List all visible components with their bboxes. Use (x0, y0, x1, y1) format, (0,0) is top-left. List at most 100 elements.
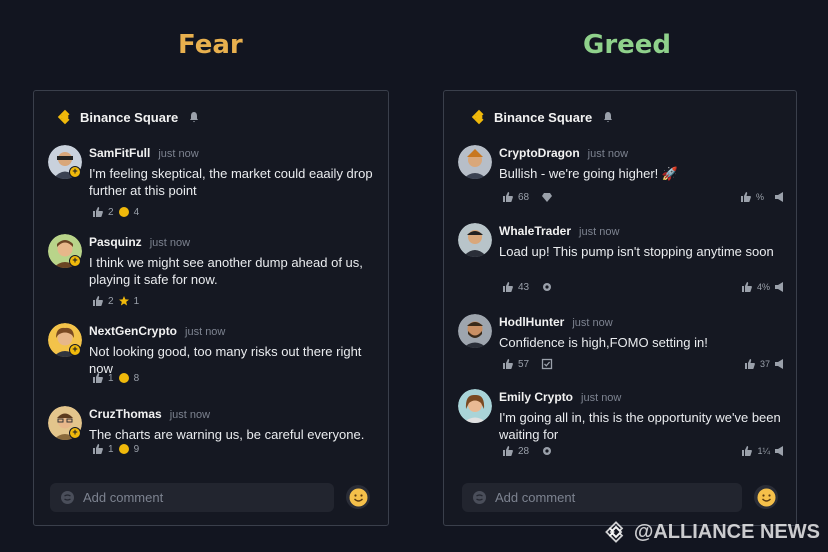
megaphone-icon[interactable] (774, 281, 786, 293)
comment-input[interactable]: Add comment (50, 483, 334, 512)
emoji-button[interactable] (346, 485, 370, 509)
diamond-icon[interactable] (541, 191, 553, 203)
fear-panel: Binance Square + SamFitFull just now I'm … (33, 90, 389, 526)
timestamp: just now (158, 148, 199, 160)
timestamp: just now (579, 226, 620, 238)
timestamp: just now (149, 237, 191, 249)
post-right-actions: 4% (741, 281, 786, 293)
comment-input[interactable]: Add comment (462, 483, 742, 512)
comment-icon (473, 491, 486, 504)
timestamp: just now (572, 317, 613, 329)
post-text: I'm feeling skeptical, the market could … (89, 166, 373, 198)
post-text: I'm going all in, this is the opportunit… (499, 410, 781, 442)
username[interactable]: WhaleTrader (499, 224, 571, 238)
avatar[interactable] (458, 223, 492, 257)
thumbs-up-icon[interactable] (741, 445, 753, 457)
watermark-text: @ALLIANCE NEWS (633, 520, 820, 543)
username[interactable]: Emily Crypto (499, 390, 573, 404)
coin-icon[interactable] (118, 372, 130, 384)
smiley-icon (349, 488, 367, 506)
like-count: 68 (518, 191, 530, 203)
brand-name: Binance Square (494, 109, 593, 125)
thumbs-up-icon[interactable] (744, 358, 756, 370)
binance-logo-icon (57, 109, 70, 125)
coin-icon[interactable] (118, 443, 130, 455)
post-actions: 57 (502, 358, 553, 370)
verified-badge-icon: + (69, 255, 81, 267)
thumbs-up-icon[interactable] (92, 372, 104, 384)
post-actions: 68 (502, 191, 553, 203)
thumbs-up-icon[interactable] (502, 281, 514, 293)
username[interactable]: CruzThomas (89, 407, 162, 421)
post: + NextGenCrypto just now Not looking good… (48, 323, 378, 403)
like-count: 2 (108, 206, 114, 218)
timestamp: just now (587, 148, 629, 160)
verified-badge-icon: + (69, 344, 81, 356)
timestamp: just now (581, 392, 622, 404)
avatar[interactable] (458, 314, 492, 348)
username[interactable]: Pasquinz (89, 235, 142, 249)
username[interactable]: NextGenCrypto (89, 324, 177, 338)
checkbox-icon[interactable] (541, 358, 553, 370)
avatar[interactable] (458, 389, 492, 423)
like-count: 1 (108, 443, 114, 455)
thumbs-up-icon[interactable] (502, 358, 514, 370)
comment-placeholder: Add comment (495, 490, 576, 505)
right-count: % (755, 192, 764, 202)
username[interactable]: SamFitFull (89, 146, 150, 160)
post-actions: 2 4 (92, 206, 139, 218)
thumbs-up-icon[interactable] (92, 443, 104, 455)
megaphone-icon[interactable] (774, 358, 786, 370)
post: + Pasquinz just now I think we might see … (48, 234, 378, 314)
username[interactable]: HodlHunter (499, 315, 564, 329)
right-count: 1¼ (757, 446, 770, 456)
thumbs-up-icon[interactable] (502, 445, 514, 457)
bell-icon[interactable] (602, 111, 614, 123)
greed-heading: Greed (583, 30, 672, 60)
brand-header: Binance Square (470, 108, 614, 126)
bell-icon[interactable] (188, 111, 200, 123)
timestamp: just now (169, 409, 211, 421)
thumbs-up-icon[interactable] (741, 281, 753, 293)
megaphone-icon[interactable] (774, 445, 786, 457)
post-actions: 1 9 (92, 443, 139, 455)
post: WhaleTrader just now Load up! This pump i… (458, 223, 786, 303)
post-right-actions: 37 (744, 358, 786, 370)
avatar[interactable] (458, 145, 492, 179)
like-count: 28 (518, 445, 530, 457)
post-right-actions: 1¼ (741, 445, 786, 457)
right-count: 4% (756, 282, 770, 292)
gear-icon[interactable] (541, 281, 553, 293)
watermark: @ALLIANCE NEWS (604, 520, 820, 544)
megaphone-icon[interactable] (774, 191, 786, 203)
comment-icon (61, 491, 74, 504)
like-count: 1 (108, 372, 114, 384)
fear-heading: Fear (178, 30, 243, 60)
binance-logo-icon (471, 109, 484, 125)
post-actions: 2 1 (92, 295, 139, 307)
post-text: Confidence is high,FOMO setting in! (499, 335, 708, 350)
coin-icon[interactable] (118, 206, 130, 218)
gear-icon[interactable] (541, 445, 553, 457)
share-count: 8 (133, 372, 140, 384)
thumbs-up-icon[interactable] (740, 191, 752, 203)
brand-header: Binance Square (56, 108, 200, 126)
thumbs-up-icon[interactable] (92, 206, 104, 218)
star-icon[interactable] (118, 295, 130, 307)
thumbs-up-icon[interactable] (502, 191, 514, 203)
verified-badge-icon: + (69, 427, 81, 439)
smiley-icon (757, 488, 775, 506)
verified-badge-icon: + (69, 166, 81, 178)
binance-logo-icon (604, 521, 624, 543)
brand-name: Binance Square (80, 109, 179, 125)
share-count: 4 (133, 206, 140, 218)
thumbs-up-icon[interactable] (92, 295, 104, 307)
share-count: 1 (133, 295, 140, 307)
post-text: I think we might see another dump ahead … (89, 255, 363, 287)
emoji-button[interactable] (754, 485, 778, 509)
like-count: 43 (518, 281, 530, 293)
greed-panel: Binance Square CryptoDragon just now Bull… (443, 90, 797, 526)
username[interactable]: CryptoDragon (499, 146, 580, 160)
timestamp: just now (185, 326, 226, 338)
post: CryptoDragon just now Bullish - we're goi… (458, 145, 786, 215)
